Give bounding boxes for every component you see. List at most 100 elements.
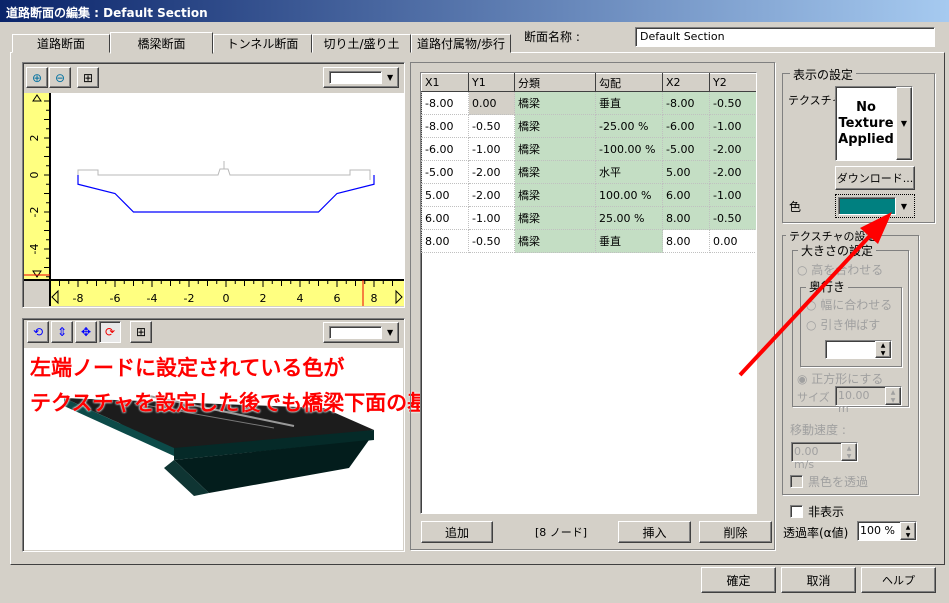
alpha-spinner[interactable]: 100 % ▲ ▼	[857, 521, 917, 541]
view-2d-color-dropdown[interactable]: ▼	[323, 67, 399, 88]
size-spinner[interactable]: 10.00 m ▲ ▼	[835, 386, 902, 415]
section-name-label: 断面名称 :	[524, 30, 580, 44]
column-header[interactable]: X2	[662, 73, 710, 92]
table-cell[interactable]: 橋梁	[514, 206, 596, 230]
table-cell[interactable]: -2.00	[709, 160, 756, 184]
hidden-label: 非表示	[808, 505, 845, 519]
table-cell[interactable]: -2.00	[468, 160, 515, 184]
view-3d-color-dropdown[interactable]: ▼	[323, 322, 399, 343]
y-tick-label: -2	[28, 207, 41, 218]
column-header[interactable]: 勾配	[595, 73, 663, 92]
table-cell[interactable]: -25.00 %	[595, 114, 663, 138]
delete-button[interactable]: 削除	[699, 521, 772, 543]
spin-down-icon[interactable]: ▼	[886, 396, 900, 404]
orbit-icon[interactable]: ⟳	[99, 321, 121, 343]
tab-bridge-section[interactable]: 橋梁断面	[110, 32, 213, 54]
table-cell[interactable]: -1.00	[468, 137, 515, 161]
chevron-down-icon[interactable]: ▼	[896, 87, 912, 160]
x-tick-label: -8	[73, 292, 84, 305]
table-row[interactable]: -6.00 -1.00 橋梁 -100.00 % -5.00 -2.00	[421, 137, 756, 161]
column-header[interactable]: Y2	[709, 73, 756, 92]
tab-road-accessories[interactable]: 道路付属物/歩行	[411, 34, 511, 53]
tab-cut-fill[interactable]: 切り土/盛り土	[312, 34, 411, 53]
table-cell[interactable]: 5.00	[421, 183, 469, 207]
table-cell[interactable]: 8.00	[662, 206, 710, 230]
cancel-button[interactable]: 取消	[781, 567, 856, 593]
spin-down-icon[interactable]: ▼	[901, 531, 915, 539]
table-cell[interactable]: -8.00	[662, 91, 710, 115]
title-bar: 道路断面の編集 : Default Section	[0, 0, 949, 22]
table-cell[interactable]: 垂直	[595, 229, 663, 253]
column-header[interactable]: X1	[421, 73, 469, 92]
spin-down-icon[interactable]: ▼	[842, 452, 856, 460]
table-cell[interactable]: 8.00	[421, 229, 469, 253]
table-cell[interactable]: 橋梁	[514, 160, 596, 184]
table-row[interactable]: 6.00 -1.00 橋梁 25.00 % 8.00 -0.50	[421, 206, 756, 230]
section-name-input[interactable]: Default Section	[635, 27, 935, 47]
table-cell[interactable]: -5.00	[662, 137, 710, 161]
table-cell[interactable]: 6.00	[421, 206, 469, 230]
rotate-icon[interactable]: ⟲	[27, 321, 49, 343]
table-cell[interactable]: -5.00	[421, 160, 469, 184]
table-row[interactable]: 8.00 -0.50 橋梁 垂直 8.00 0.00	[421, 229, 756, 253]
tab-tunnel-section[interactable]: トンネル断面	[213, 34, 312, 53]
black-transparent-label: 黒色を透過	[808, 475, 869, 489]
node-table[interactable]: X1 Y1 分類 勾配 X2 Y2 -8.00 0.00 橋梁 垂直 -8.00 -0.50 -8.00…	[420, 72, 757, 514]
table-cell[interactable]: -2.00	[709, 137, 756, 161]
x-tick-label: 6	[334, 292, 341, 305]
display-settings-title: 表示の設定	[790, 66, 857, 83]
table-row[interactable]: 5.00 -2.00 橋梁 100.00 % 6.00 -1.00	[421, 183, 756, 207]
table-cell[interactable]: -100.00 %	[595, 137, 663, 161]
cancel-label: 取消	[806, 573, 831, 588]
table-cell[interactable]: -0.50	[709, 91, 756, 115]
table-cell[interactable]: 25.00 %	[595, 206, 663, 230]
table-cell[interactable]: 橋梁	[514, 229, 596, 253]
section-name-value: Default Section	[640, 30, 725, 43]
texture-selector[interactable]: No Texture Applied ▼	[835, 86, 913, 161]
add-button[interactable]: 追加	[421, 521, 493, 543]
fit-view-icon[interactable]: ⊞	[77, 67, 99, 88]
spin-up-icon[interactable]: ▲	[886, 388, 900, 396]
table-cell[interactable]: -6.00	[662, 114, 710, 138]
spin-up-icon[interactable]: ▲	[842, 444, 856, 452]
tab-road-section[interactable]: 道路断面	[12, 34, 110, 53]
insert-button[interactable]: 挿入	[618, 521, 691, 543]
table-cell[interactable]: 水平	[595, 160, 663, 184]
table-row[interactable]: -5.00 -2.00 橋梁 水平 5.00 -2.00	[421, 160, 756, 184]
table-cell[interactable]: 橋梁	[514, 114, 596, 138]
zoom-in-icon[interactable]: ⊕	[26, 67, 48, 88]
table-cell[interactable]: -1.00	[709, 114, 756, 138]
table-cell[interactable]: -8.00	[421, 114, 469, 138]
hidden-checkbox[interactable]: 非表示	[790, 503, 844, 520]
fit-view-icon[interactable]: ⊞	[130, 321, 152, 343]
zoom-out-icon[interactable]: ⊖	[49, 67, 71, 88]
ok-button[interactable]: 確定	[701, 567, 776, 593]
table-cell[interactable]: 橋梁	[514, 183, 596, 207]
table-cell[interactable]: -0.50	[468, 114, 515, 138]
table-cell[interactable]: 垂直	[595, 91, 663, 115]
table-cell[interactable]: -2.00	[468, 183, 515, 207]
table-cell[interactable]: 8.00	[662, 229, 710, 253]
download-button[interactable]: ダウンロード...	[835, 166, 915, 190]
table-cell[interactable]: 橋梁	[514, 91, 596, 115]
move-icon[interactable]: ✥	[75, 321, 97, 343]
table-cell[interactable]: -8.00	[421, 91, 469, 115]
table-row[interactable]: -8.00 0.00 橋梁 垂直 -8.00 -0.50	[421, 91, 756, 115]
column-header[interactable]: Y1	[468, 73, 515, 92]
view-2d-canvas[interactable]: -8 -6 -4 -2 0 2 4 6 8 2 0 -2 -4	[24, 93, 404, 306]
table-cell[interactable]: -6.00	[421, 137, 469, 161]
black-transparent-checkbox[interactable]: 黒色を透過	[790, 473, 868, 490]
spin-up-icon[interactable]: ▲	[901, 523, 915, 531]
table-cell[interactable]: 橋梁	[514, 137, 596, 161]
table-cell[interactable]: 6.00	[662, 183, 710, 207]
table-cell[interactable]: 100.00 %	[595, 183, 663, 207]
speed-spinner[interactable]: 0.00 m/s ▲ ▼	[791, 442, 858, 471]
table-cell[interactable]: 0.00	[468, 91, 515, 115]
table-cell[interactable]: 5.00	[662, 160, 710, 184]
help-button[interactable]: ヘルプ	[861, 567, 936, 593]
table-row[interactable]: -8.00 -0.50 橋梁 -25.00 % -6.00 -1.00	[421, 114, 756, 138]
table-cell[interactable]: -1.00	[468, 206, 515, 230]
table-cell[interactable]: -0.50	[468, 229, 515, 253]
pan-vertical-icon[interactable]: ⇕	[51, 321, 73, 343]
column-header[interactable]: 分類	[514, 73, 596, 92]
